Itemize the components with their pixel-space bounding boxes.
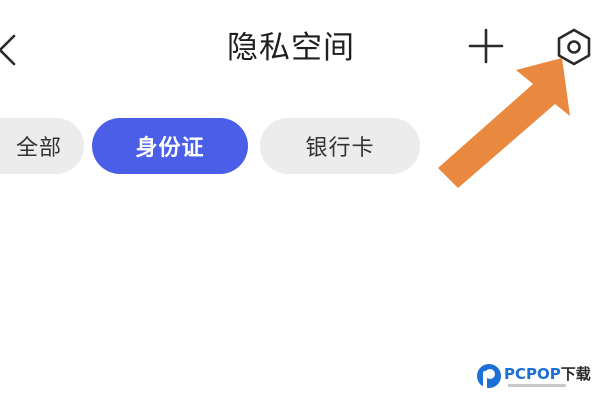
watermark-text: PCPOP下载 — [504, 365, 591, 383]
watermark-underline — [508, 384, 566, 387]
tab-bank-card[interactable]: 银行卡 — [260, 118, 420, 174]
annotation-arrow-icon — [438, 58, 570, 188]
watermark: PCPOP下载 — [474, 361, 600, 397]
tab-all[interactable]: 全部 — [0, 118, 84, 174]
tab-id-card[interactable]: 身份证 — [92, 118, 248, 174]
tab-label: 银行卡 — [305, 136, 375, 161]
privacy-space-screen: 隐私空间 全部 身份证 银行卡 PCPOP下载 — [0, 0, 600, 401]
tab-label: 身份证 — [135, 136, 205, 161]
tab-label: 全部 — [15, 136, 62, 161]
pcpop-logo-icon — [477, 364, 501, 391]
